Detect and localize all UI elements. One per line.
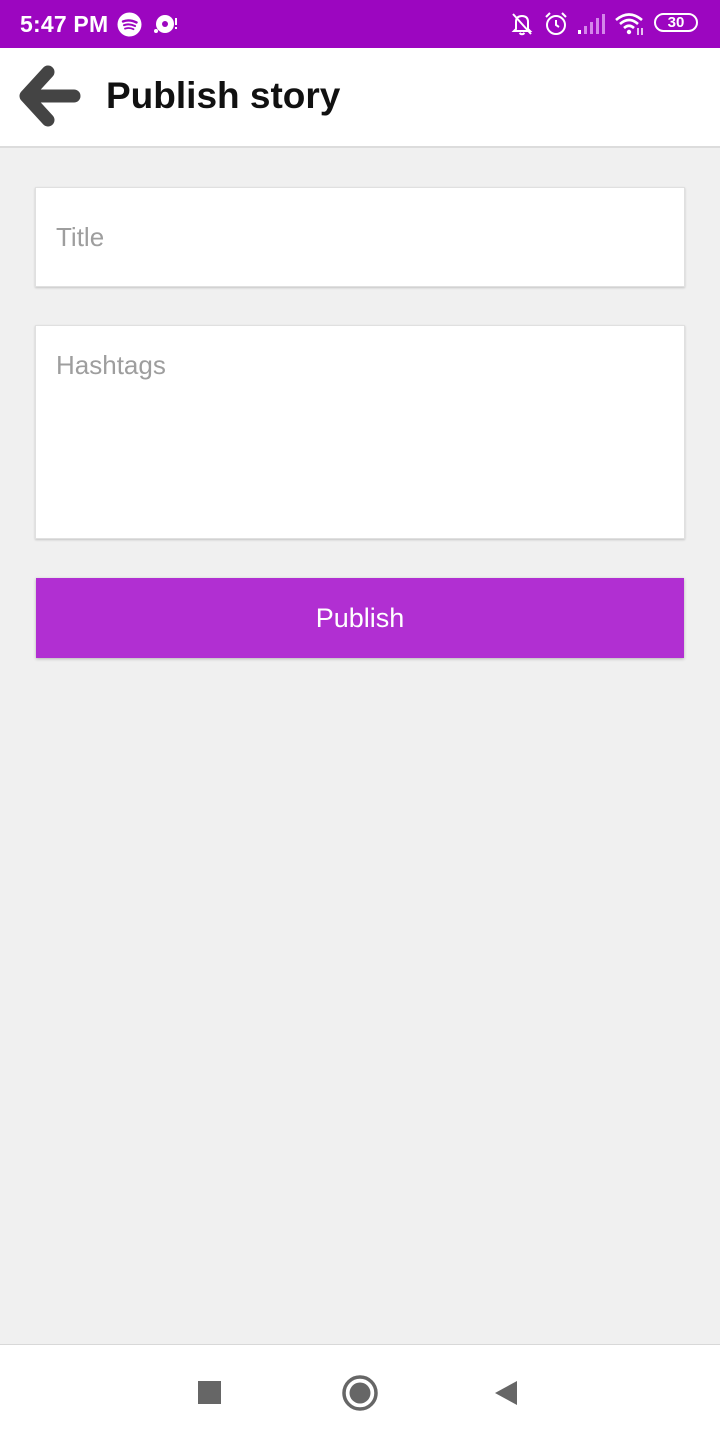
page-title: Publish story (106, 75, 341, 116)
title-input[interactable] (36, 188, 684, 286)
alarm-icon (543, 11, 569, 37)
hashtags-input[interactable] (36, 326, 684, 538)
recents-icon[interactable] (197, 1380, 223, 1406)
hashtags-field-container (35, 325, 685, 539)
home-icon[interactable] (341, 1374, 379, 1412)
title-field-container (35, 187, 685, 287)
notifications-off-icon (509, 11, 535, 37)
wifi-icon (614, 12, 646, 36)
navigation-bar (0, 1344, 720, 1440)
spotify-icon (117, 12, 142, 37)
status-time: 5:47 PM (20, 11, 109, 37)
publish-button[interactable]: Publish (36, 578, 684, 658)
app-bar: Publish story (0, 48, 720, 148)
arrow-left-icon (19, 65, 81, 127)
status-bar: 5:47 PM 30 (0, 0, 720, 48)
media-icon (153, 13, 179, 35)
back-button[interactable] (16, 62, 88, 134)
back-icon[interactable] (492, 1379, 520, 1407)
battery-icon: 30 (654, 13, 698, 32)
signal-icon (577, 13, 605, 35)
